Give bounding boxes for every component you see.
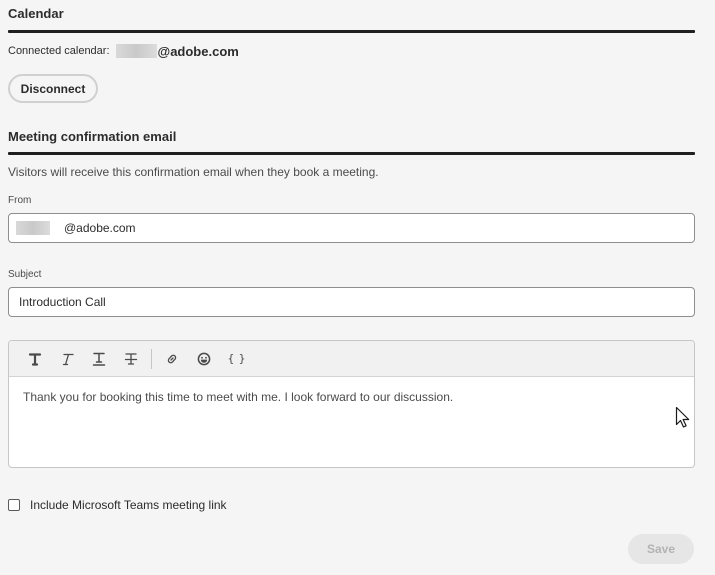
strikethrough-icon[interactable] <box>115 345 147 373</box>
underline-icon[interactable] <box>83 345 115 373</box>
email-body-text[interactable]: Thank you for booking this time to meet … <box>9 377 694 417</box>
emoji-icon[interactable] <box>188 345 220 373</box>
subject-input[interactable]: Introduction Call <box>8 287 695 317</box>
redacted-from-user <box>16 221 50 235</box>
from-field[interactable]: @adobe.com <box>8 213 695 243</box>
calendar-divider <box>8 30 695 33</box>
confirmation-section-title: Meeting confirmation email <box>8 129 177 144</box>
subject-label: Subject <box>8 269 42 280</box>
connected-calendar-domain: @adobe.com <box>157 43 239 59</box>
connected-calendar-row: Connected calendar: @adobe.com <box>8 42 239 60</box>
subject-value: Introduction Call <box>19 295 106 309</box>
email-body-editor[interactable]: { } Thank you for booking this time to m… <box>8 340 695 468</box>
confirmation-description: Visitors will receive this confirmation … <box>8 165 379 179</box>
from-domain: @adobe.com <box>64 221 136 235</box>
italic-icon[interactable] <box>51 345 83 373</box>
teams-link-row[interactable]: Include Microsoft Teams meeting link <box>8 497 227 513</box>
bold-icon[interactable] <box>19 345 51 373</box>
from-label: From <box>8 195 32 206</box>
redacted-email-user <box>115 44 157 58</box>
mouse-cursor-icon <box>675 406 690 428</box>
link-icon[interactable] <box>156 345 188 373</box>
connected-calendar-label: Connected calendar: <box>8 45 110 57</box>
teams-link-checkbox[interactable] <box>8 499 20 511</box>
connected-calendar-value: @adobe.com <box>115 43 239 59</box>
variable-braces-icon[interactable]: { } <box>220 345 252 373</box>
disconnect-button[interactable]: Disconnect <box>8 74 98 103</box>
save-button[interactable]: Save <box>628 534 694 564</box>
braces-glyph: { } <box>227 352 246 365</box>
toolbar-separator <box>151 348 152 369</box>
editor-toolbar: { } <box>9 341 694 377</box>
calendar-section-title: Calendar <box>8 6 64 21</box>
teams-link-label[interactable]: Include Microsoft Teams meeting link <box>30 498 227 512</box>
confirmation-divider <box>8 152 695 155</box>
